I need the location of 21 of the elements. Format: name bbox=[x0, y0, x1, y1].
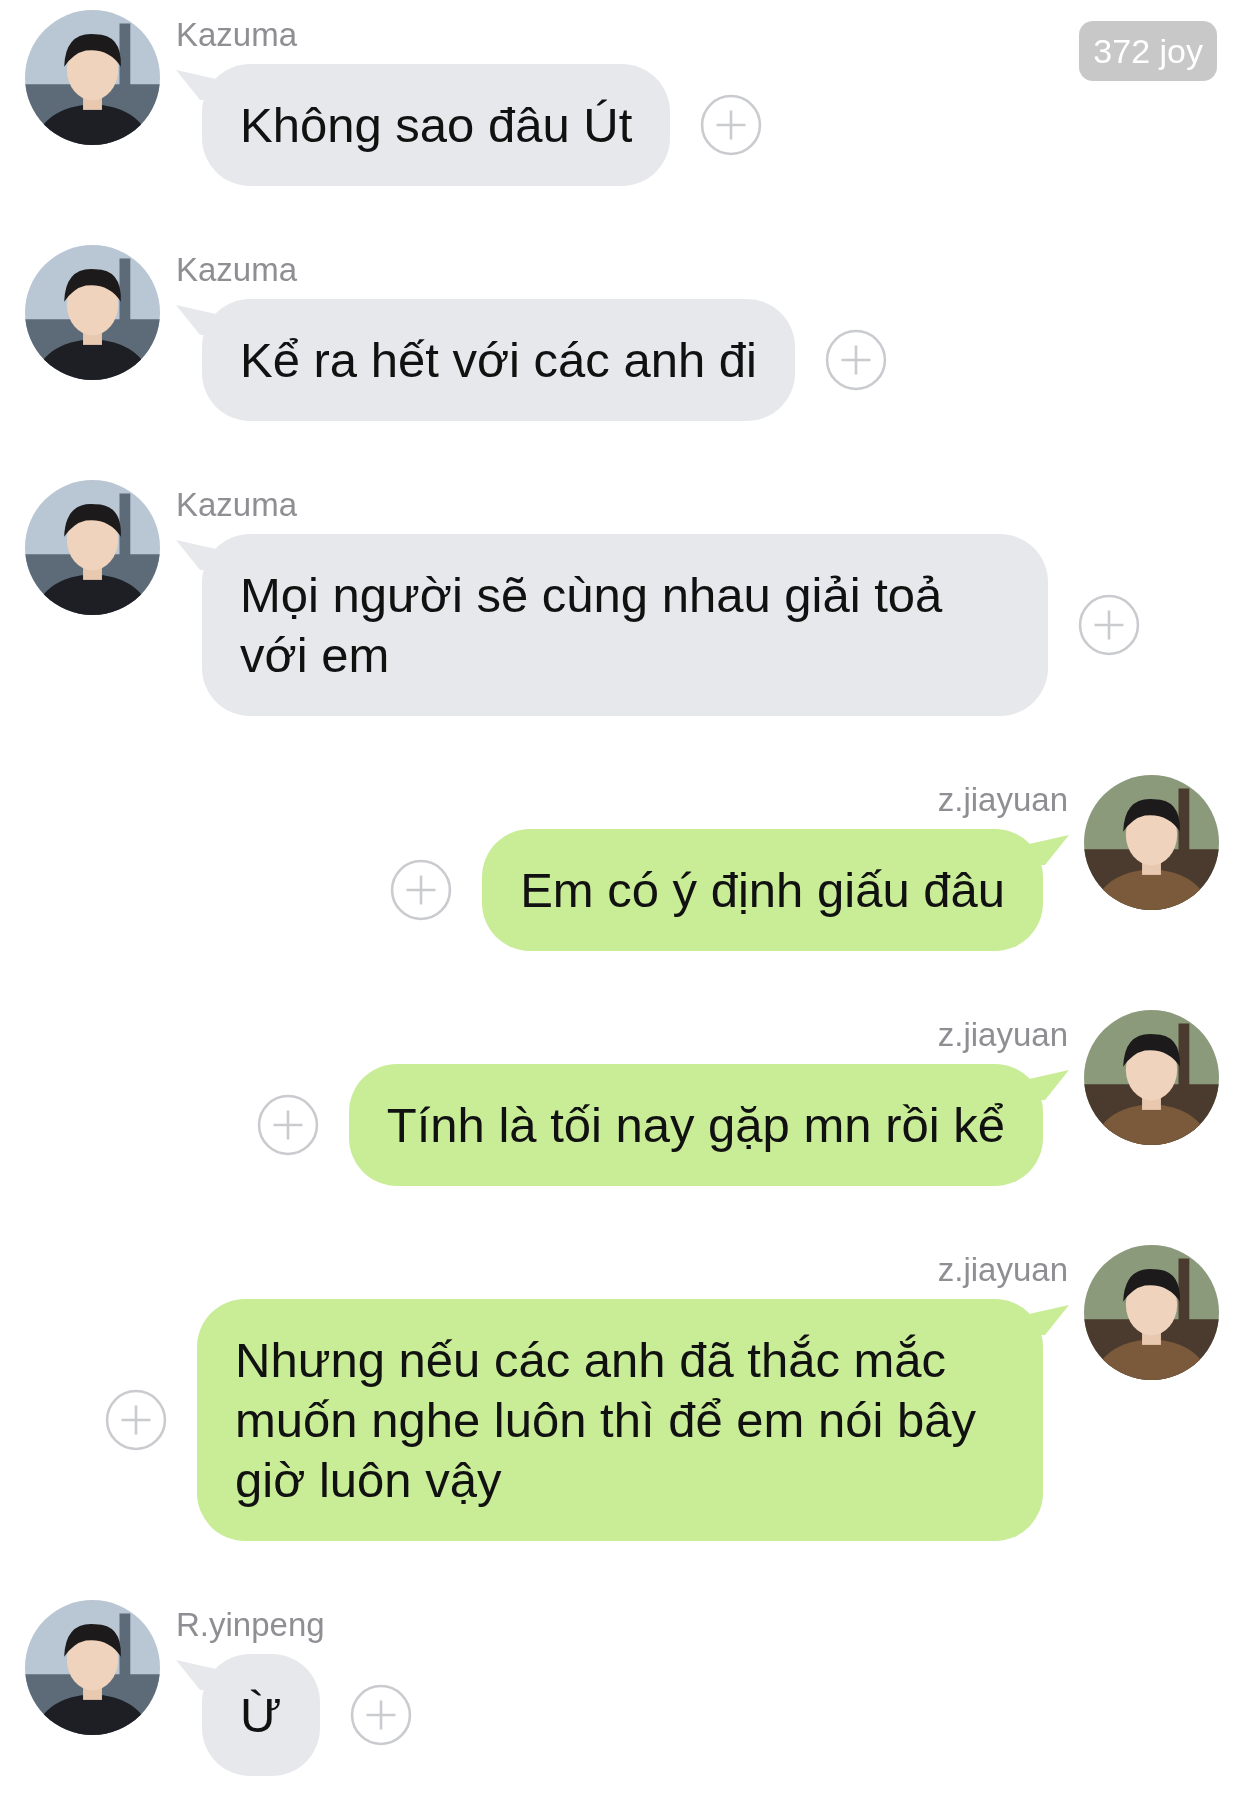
add-reaction-icon[interactable] bbox=[390, 859, 453, 921]
sender-name: z.jiayuan bbox=[937, 780, 1068, 820]
sender-name: z.jiayuan bbox=[937, 1015, 1068, 1055]
add-reaction-icon[interactable] bbox=[105, 1389, 167, 1451]
message-bubble: Không sao đâu Út bbox=[202, 64, 671, 186]
message-bubble: Ừ bbox=[202, 1654, 320, 1776]
add-reaction-icon[interactable] bbox=[349, 1684, 412, 1746]
sender-name: Kazuma bbox=[176, 485, 298, 525]
add-reaction-icon[interactable] bbox=[824, 329, 887, 391]
add-reaction-icon[interactable] bbox=[1078, 594, 1140, 656]
sender-name: R.yinpeng bbox=[176, 1605, 325, 1645]
message-bubble: Tính là tối nay gặp mn rồi kể bbox=[348, 1064, 1043, 1186]
add-reaction-icon[interactable] bbox=[700, 94, 763, 156]
message-bubble: Em có ý định giấu đâu bbox=[482, 829, 1043, 951]
sender-name: z.jiayuan bbox=[937, 1250, 1068, 1290]
sender-name: Kazuma bbox=[176, 15, 298, 55]
add-reaction-icon[interactable] bbox=[256, 1094, 319, 1156]
message-bubble: Mọi người sẽ cùng nhau giải toả với em bbox=[202, 534, 1048, 716]
sender-name: Kazuma bbox=[176, 250, 298, 290]
message-bubble: Kể ra hết với các anh đi bbox=[202, 299, 795, 421]
message-bubble: Nhưng nếu các anh đã thắc mắc muốn nghe luôn thì để em nói bây giờ luôn vậy bbox=[197, 1299, 1043, 1541]
